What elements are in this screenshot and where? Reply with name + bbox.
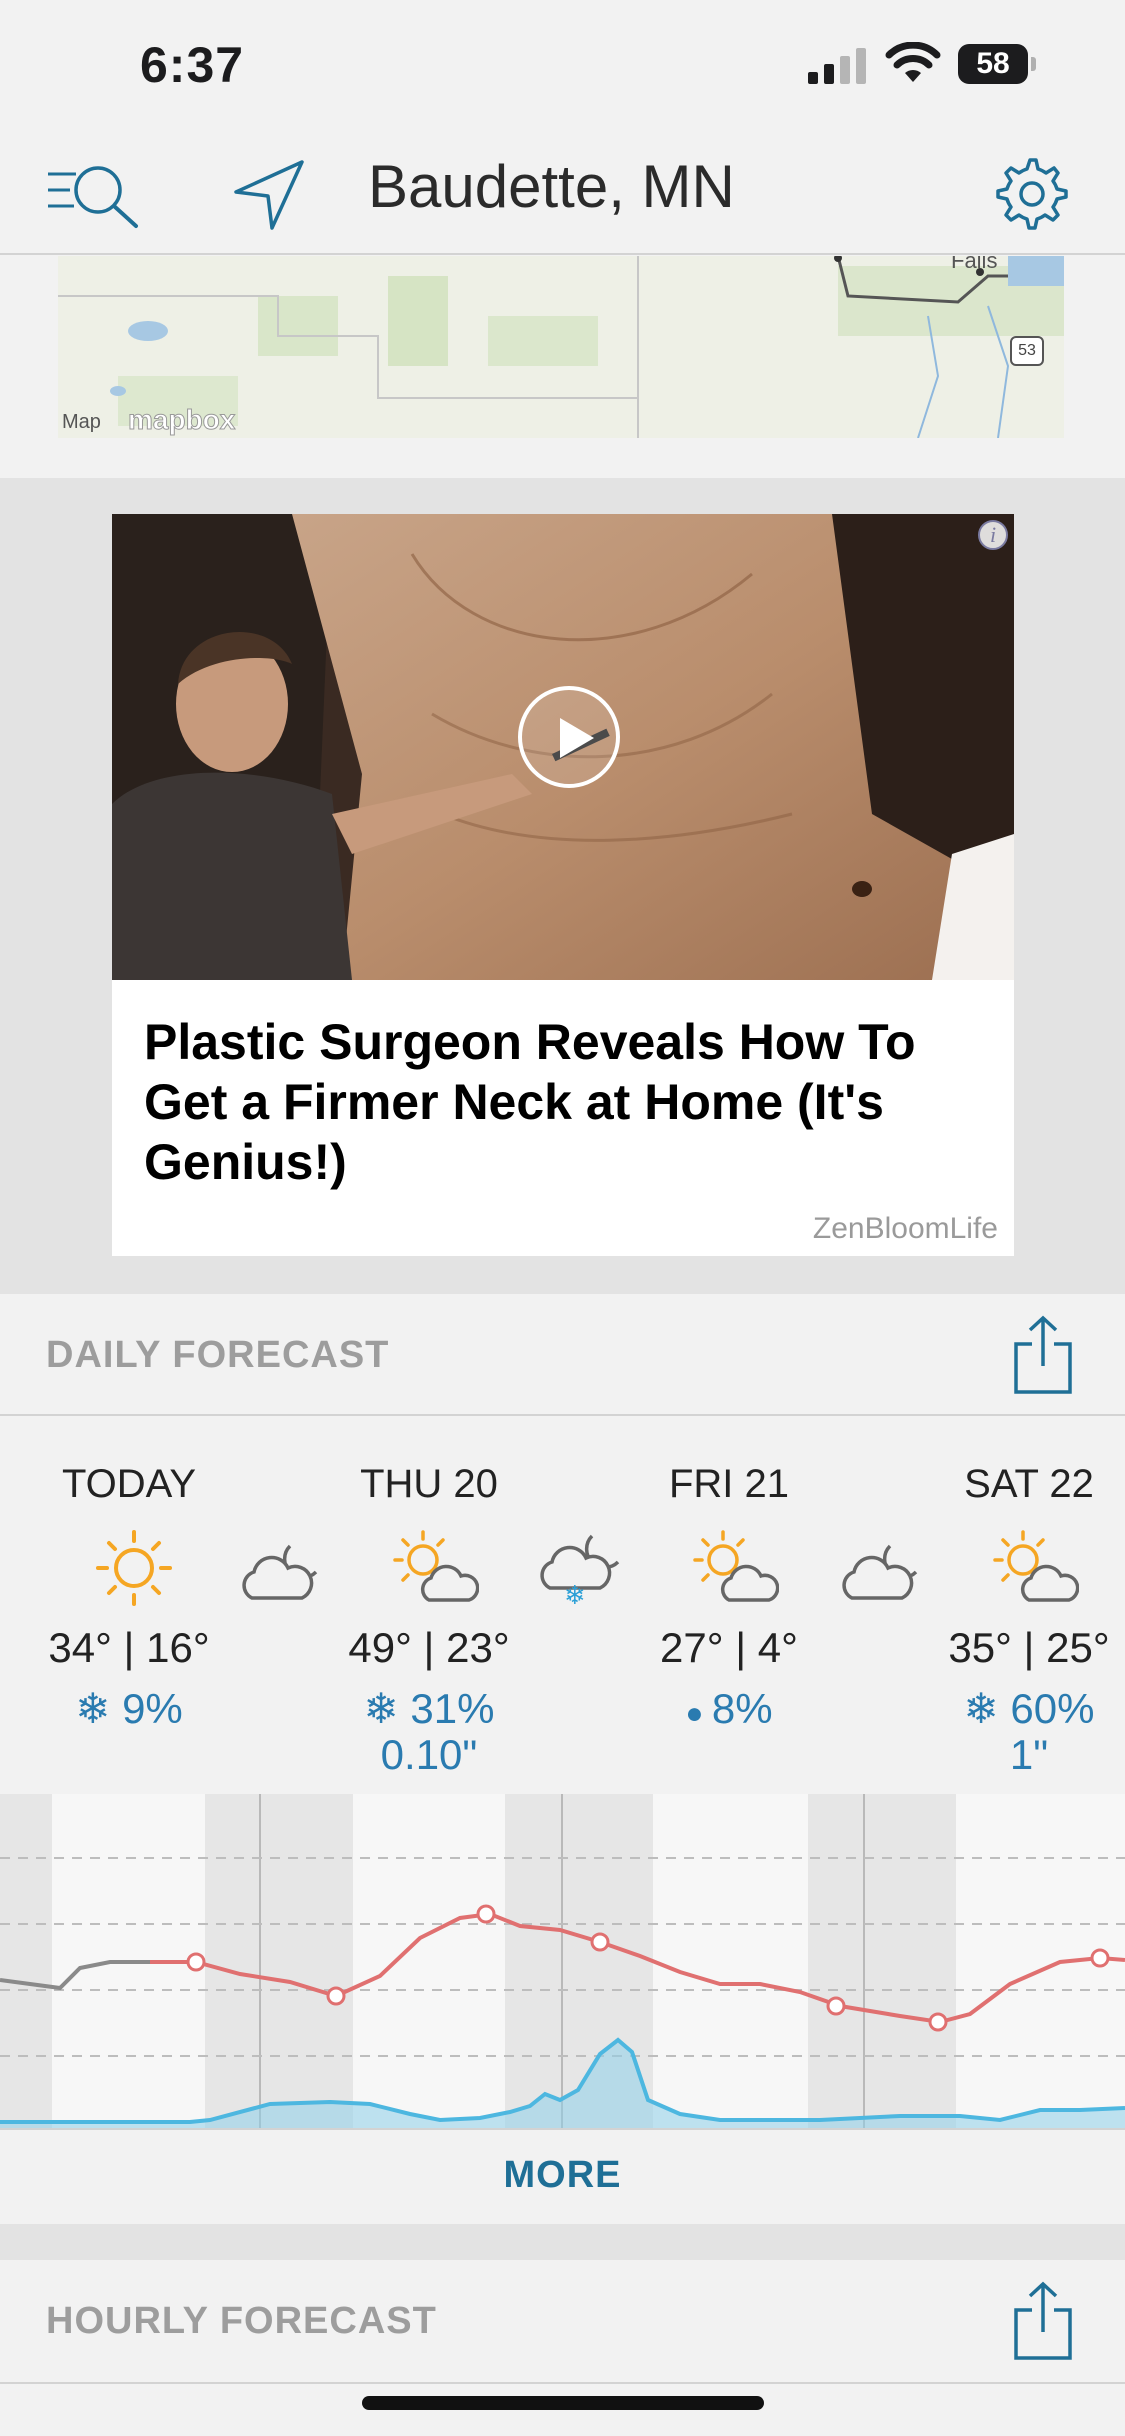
temp-point xyxy=(928,2012,948,2032)
daily-forecast-title: DAILY FORECAST xyxy=(46,1334,390,1376)
gear-icon[interactable] xyxy=(996,158,1068,230)
day-name: FRI 21 xyxy=(668,1462,790,1506)
partly-cloudy-icon xyxy=(993,1530,1079,1602)
snowy-night-icon: ❄ xyxy=(540,1534,620,1606)
home-indicator[interactable] xyxy=(362,2396,764,2410)
precip-chance: 8% xyxy=(711,1685,773,1732)
precip-chance: 31% xyxy=(410,1685,495,1732)
raindrop-icon: ● xyxy=(685,1697,712,1730)
hourly-forecast-header: HOURLY FORECAST xyxy=(0,2260,1125,2384)
temp-point xyxy=(590,1932,610,1952)
day-name: THU 20 xyxy=(360,1462,498,1506)
precip-amount: 0.10" xyxy=(380,1731,478,1778)
ad-container: i Plastic Surgeon Reveals How To Get a F… xyxy=(0,478,1125,1294)
night-band xyxy=(205,1794,353,2130)
highway-shield: 53 xyxy=(1010,336,1044,366)
daily-forecast-header: DAILY FORECAST xyxy=(0,1294,1125,1416)
day-precip: ❄ 31% 0.10" xyxy=(304,1686,554,1778)
ad-video-thumbnail[interactable]: i xyxy=(112,514,1014,980)
snowflake-icon: ❄ xyxy=(963,1685,1011,1732)
status-time: 6:37 xyxy=(140,37,245,93)
precip-amount: 1" xyxy=(1009,1731,1049,1778)
section-gap xyxy=(0,2224,1125,2260)
temp-point xyxy=(826,1996,846,2016)
menu-search-icon[interactable] xyxy=(48,160,140,230)
cloudy-night-icon xyxy=(242,1544,318,1600)
day-temps: 49° | 23° xyxy=(348,1624,510,1671)
mapbox-logo: mapbox xyxy=(127,404,236,436)
hourly-forecast-title: HOURLY FORECAST xyxy=(46,2300,437,2342)
temp-point xyxy=(1090,1948,1110,1968)
partly-cloudy-icon xyxy=(393,1530,479,1602)
day-temps: 34° | 16° xyxy=(48,1624,210,1671)
ad-info-icon[interactable]: i xyxy=(978,520,1008,550)
ad-source: ZenBloomLife xyxy=(812,1212,998,1245)
day-name: SAT 22 xyxy=(964,1462,1094,1506)
more-button[interactable]: MORE xyxy=(0,2128,1125,2224)
night-band xyxy=(0,1794,52,2130)
ad-headline[interactable]: Plastic Surgeon Reveals How To Get a Fir… xyxy=(144,1012,984,1192)
wifi-icon xyxy=(885,42,941,82)
precip-chance: 9% xyxy=(122,1685,183,1732)
day-temps: 27° | 4° xyxy=(660,1624,798,1671)
status-bar: 6:37 58 xyxy=(0,0,1125,130)
map-place-label: Falls xyxy=(951,256,998,273)
daily-forecast-list: TODAY 34° | 16° ❄ 9% THU 20 49° | 23° ❄ … xyxy=(0,1418,1125,1794)
radar-map[interactable]: Falls 53 Map mapbox xyxy=(58,256,1064,438)
svg-text:❄: ❄ xyxy=(564,1581,586,1606)
location-arrow-icon[interactable] xyxy=(232,158,306,232)
battery-icon: 58 xyxy=(958,44,1038,84)
cellular-signal-icon xyxy=(808,48,866,84)
cloudy-night-icon xyxy=(842,1544,918,1600)
share-icon[interactable] xyxy=(1012,1314,1074,1396)
snowflake-icon: ❄ xyxy=(363,1685,411,1732)
battery-percent: 58 xyxy=(976,47,1010,80)
partly-cloudy-icon xyxy=(693,1530,779,1602)
temp-point xyxy=(326,1986,346,2006)
ad-card[interactable]: i Plastic Surgeon Reveals How To Get a F… xyxy=(112,514,1014,1256)
day-temps: 35° | 25° xyxy=(948,1624,1110,1671)
precip-chance: 60% xyxy=(1010,1685,1095,1732)
map-credit: Map xyxy=(62,411,101,433)
forecast-graph[interactable] xyxy=(0,1794,1125,2130)
location-title[interactable]: Baudette, MN xyxy=(368,152,735,221)
top-nav: Baudette, MN xyxy=(0,130,1125,255)
temp-point xyxy=(476,1904,496,1924)
day-precip: ❄ 9% xyxy=(4,1686,254,1732)
night-band xyxy=(808,1794,956,2130)
day-precip: ❄ 60% 1" xyxy=(904,1686,1125,1778)
temp-point xyxy=(186,1952,206,1972)
more-label: MORE xyxy=(503,2154,622,2196)
share-icon[interactable] xyxy=(1012,2280,1074,2362)
sun-icon xyxy=(96,1530,172,1606)
day-name: TODAY xyxy=(61,1462,197,1506)
day-precip: ● 8% xyxy=(604,1686,854,1737)
snowflake-icon: ❄ xyxy=(75,1685,123,1732)
play-button[interactable] xyxy=(518,686,620,788)
